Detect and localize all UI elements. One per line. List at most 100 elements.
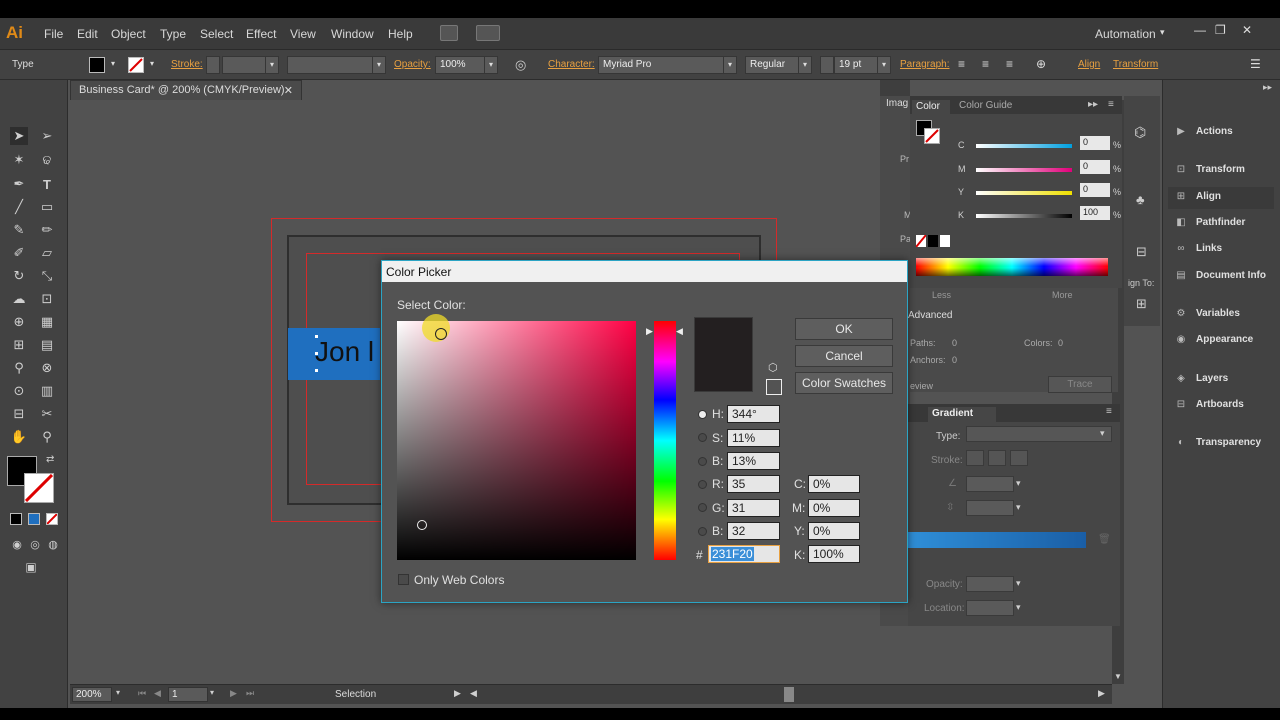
radio-blue[interactable] — [698, 527, 707, 536]
align-right-icon[interactable]: ≡ — [1006, 57, 1013, 71]
scroll-right-icon[interactable]: ▶ — [1098, 688, 1105, 699]
dock-appearance[interactable]: ◉ Appearance — [1172, 334, 1254, 345]
transform-icon[interactable]: ⊟ — [1136, 244, 1147, 260]
slice-tool-icon[interactable]: ✂ — [38, 405, 56, 423]
panel-menu-icon[interactable]: ≡ — [1108, 99, 1114, 110]
cancel-button[interactable]: Cancel — [795, 345, 893, 367]
dock-document-info[interactable]: ▤ Document Info — [1172, 270, 1266, 281]
chevron-down-icon[interactable]: ▾ — [1016, 602, 1021, 613]
font-family-field[interactable]: Myriad Pro — [598, 56, 724, 74]
rectangle-tool-icon[interactable]: ▭ — [38, 198, 56, 216]
dock-artboards[interactable]: ⊟ Artboards — [1172, 399, 1244, 410]
channel-y-slider[interactable] — [976, 191, 1072, 195]
tab-color-guide[interactable]: Color Guide — [959, 100, 1012, 111]
draw-behind-icon[interactable]: ◎ — [26, 535, 44, 553]
paintbrush-icon[interactable]: ✎ — [10, 221, 28, 239]
stroke-swatch[interactable] — [128, 57, 144, 73]
stroke-profile-field[interactable] — [287, 56, 373, 74]
image-trace-tab[interactable]: Imag — [886, 98, 908, 109]
scroll-down-icon[interactable]: ▼ — [1114, 672, 1122, 681]
gradient-mode-icon[interactable] — [28, 513, 40, 525]
shape-builder-icon[interactable]: ⊕ — [10, 313, 28, 331]
menu-select[interactable]: Select — [200, 27, 233, 41]
expand-panels-icon[interactable]: ▸▸ — [1263, 82, 1272, 93]
dock-pathfinder[interactable]: ◧ Pathfinder — [1172, 217, 1245, 228]
menu-file[interactable]: File — [44, 27, 63, 41]
recolor-icon[interactable]: ◎ — [515, 57, 526, 73]
menu-help[interactable]: Help — [388, 27, 413, 41]
lasso-icon[interactable]: ଢ — [38, 151, 56, 169]
radio-r[interactable] — [698, 480, 707, 489]
saturation-brightness-field[interactable] — [397, 321, 636, 560]
dock-variables[interactable]: ⚙ Variables — [1172, 308, 1240, 319]
document-tab[interactable]: Business Card* @ 200% (CMYK/Preview) ✕ — [70, 80, 302, 100]
first-artboard-icon[interactable]: ⏮ — [138, 688, 146, 699]
hue-arrow-right-icon[interactable]: ◀ — [676, 326, 683, 337]
chevron-down-icon[interactable]: ▾ — [484, 56, 498, 74]
pencil-icon[interactable]: ✏ — [38, 221, 56, 239]
channel-y-field[interactable]: 0 — [1080, 183, 1110, 197]
dock-actions[interactable]: ▶ Actions — [1172, 126, 1233, 137]
font-style-field[interactable]: Regular — [745, 56, 799, 74]
white-swatch[interactable] — [940, 235, 950, 247]
chevron-down-icon[interactable]: ▾ — [106, 56, 120, 74]
menu-type[interactable]: Type — [160, 27, 186, 41]
field-m[interactable]: 0% — [808, 499, 860, 517]
angle-field[interactable] — [966, 476, 1014, 492]
last-artboard-icon[interactable]: ⏭ — [246, 688, 254, 699]
channel-c-field[interactable]: 0 — [1080, 136, 1110, 150]
stroke-along-button[interactable] — [988, 450, 1006, 466]
stroke-across-button[interactable] — [1010, 450, 1028, 466]
transform-link[interactable]: Transform — [1113, 59, 1158, 70]
black-swatch[interactable] — [928, 235, 938, 247]
screen-mode-icon[interactable]: ▣ — [22, 558, 40, 576]
menu-effect[interactable]: Effect — [246, 27, 276, 41]
radio-g[interactable] — [698, 503, 707, 512]
prev-artboard-icon[interactable]: ◀ — [154, 688, 161, 699]
channel-m-slider[interactable] — [976, 168, 1072, 172]
font-size-field[interactable]: 19 pt — [834, 56, 878, 74]
panel-menu-icon[interactable]: ≡ — [1106, 406, 1112, 417]
artboard-number-field[interactable]: 1 — [168, 687, 208, 702]
dock-transform[interactable]: ⊡ Transform — [1172, 164, 1245, 175]
tab-color[interactable]: Color — [912, 100, 950, 114]
restore-icon[interactable]: ❐ — [1215, 23, 1226, 37]
chevron-down-icon[interactable]: ▾ — [145, 56, 159, 74]
hue-slider[interactable] — [654, 321, 676, 560]
field-r[interactable]: 35 — [727, 475, 780, 493]
eraser-icon[interactable]: ▱ — [38, 244, 56, 262]
opacity-field[interactable]: 100% — [435, 56, 485, 74]
blend-tool-icon[interactable]: ⊗ — [38, 359, 56, 377]
selection-handle[interactable] — [314, 334, 319, 339]
selection-tool-icon[interactable]: ➤ — [10, 127, 28, 145]
swap-colors-icon[interactable]: ⇄ — [46, 454, 54, 465]
collapse-icon[interactable]: ▸▸ — [1088, 99, 1098, 110]
workspace-switcher[interactable]: Automation — [1095, 27, 1156, 41]
gradient-slider[interactable] — [908, 532, 1086, 548]
chevron-down-icon[interactable]: ▾ — [1100, 428, 1105, 439]
type-tool-icon[interactable]: T — [38, 175, 56, 193]
text-options-icon[interactable]: ⊕ — [1036, 57, 1046, 71]
symbol-sprayer-icon[interactable]: ⊙ — [10, 382, 28, 400]
pen-tool-icon[interactable]: ✒ — [10, 175, 28, 193]
align-link[interactable]: Align — [1078, 59, 1100, 70]
ok-button[interactable]: OK — [795, 318, 893, 340]
field-blue[interactable]: 32 — [727, 522, 780, 540]
chevron-down-icon[interactable]: ▾ — [798, 56, 812, 74]
magic-wand-icon[interactable]: ✶ — [10, 151, 28, 169]
trash-icon[interactable]: 🗑 — [1098, 534, 1111, 545]
paragraph-label[interactable]: Paragraph: — [900, 59, 949, 70]
menu-view[interactable]: View — [290, 27, 316, 41]
stroke-label[interactable]: Stroke: — [171, 59, 203, 70]
chevron-down-icon[interactable]: ▾ — [877, 56, 891, 74]
gradient-type-select[interactable] — [966, 426, 1112, 442]
radio-b[interactable] — [698, 457, 707, 466]
chevron-down-icon[interactable]: ▾ — [116, 688, 120, 697]
horizontal-scroll-thumb[interactable] — [784, 687, 794, 702]
stroke-stepper[interactable] — [206, 56, 220, 74]
field-g[interactable]: 31 — [727, 499, 780, 517]
panel-collapse-bar[interactable] — [880, 80, 910, 96]
minimize-icon[interactable]: — — [1194, 23, 1206, 37]
stroke-weight-field[interactable] — [222, 56, 266, 74]
radio-s[interactable] — [698, 433, 707, 442]
